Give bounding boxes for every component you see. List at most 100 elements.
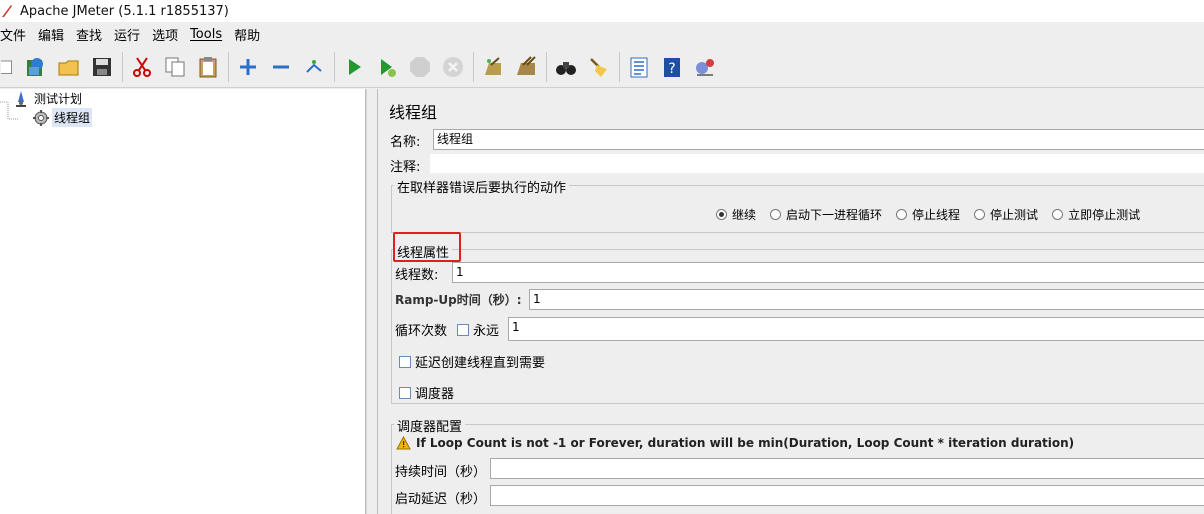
collapse-button[interactable]: [266, 51, 296, 83]
svg-text:?: ?: [668, 61, 675, 77]
clear-all-button[interactable]: [511, 51, 541, 83]
toolbar-separator: [473, 51, 474, 82]
forever-checkbox[interactable]: [457, 323, 470, 336]
menu-run[interactable]: 运行: [108, 25, 146, 44]
test-plan-tree: 测试计划 线程组: [0, 89, 366, 514]
scheduler-label: 调度器: [415, 387, 455, 402]
threads-row: 线程数:: [395, 264, 438, 283]
collapse-icon: [273, 65, 289, 68]
clear-button[interactable]: [478, 51, 508, 83]
start-button[interactable]: [339, 51, 369, 83]
loop-row: 循环次数 永远: [395, 320, 499, 339]
reset-search-button[interactable]: [584, 51, 614, 83]
radio-circle: [1052, 209, 1064, 220]
shutdown-button[interactable]: [438, 51, 468, 83]
radio-circle: [974, 209, 986, 220]
toolbar: ?: [0, 46, 1204, 88]
toggle-button[interactable]: [299, 51, 329, 83]
menu-search[interactable]: 查找: [70, 25, 108, 44]
warning-text: If Loop Count is not -1 or Forever, dura…: [416, 436, 1075, 450]
menu-options[interactable]: 选项: [146, 25, 184, 44]
startup-delay-row: 启动延迟（秒）: [395, 488, 486, 507]
scheduler-config-title: 调度器配置: [394, 416, 466, 435]
radio-stop-test[interactable]: 停止测试: [974, 206, 1038, 223]
jmeter-feather-icon: [2, 5, 12, 17]
split-pane-divider[interactable]: [366, 89, 378, 514]
startup-delay-field[interactable]: [490, 485, 1204, 506]
radio-circle: [770, 209, 782, 220]
delay-thread-creation-label: 延迟创建线程直到需要: [415, 356, 546, 371]
menu-tools[interactable]: Tools: [184, 27, 228, 42]
reset-search-icon: [590, 57, 607, 77]
radio-label: 立即停止测试: [1068, 208, 1141, 222]
warning-icon: [396, 436, 411, 450]
start-no-pause-button[interactable]: [372, 51, 402, 83]
gear-icon: [33, 109, 49, 126]
shutdown-icon: [443, 56, 463, 77]
name-label: 名称:: [390, 135, 421, 150]
window-title: Apache JMeter (5.1.1 r1855137): [20, 3, 229, 19]
radio-start-next-loop[interactable]: 启动下一进程循环: [770, 206, 882, 223]
name-field[interactable]: 线程组: [433, 129, 1204, 150]
remote-icon: [696, 58, 714, 76]
rampup-label: Ramp-Up时间（秒）:: [395, 293, 522, 307]
paste-button[interactable]: [193, 51, 223, 83]
threads-field[interactable]: 1: [452, 262, 1204, 283]
function-helper-button[interactable]: [624, 51, 654, 83]
paste-icon: [199, 56, 217, 77]
clear-all-icon: [517, 55, 536, 75]
search-button[interactable]: [551, 51, 581, 83]
scheduler-row: 调度器: [399, 383, 454, 402]
cut-button[interactable]: [127, 51, 157, 83]
cut-icon: [133, 56, 151, 77]
menu-edit[interactable]: 编辑: [32, 25, 70, 44]
toolbar-separator: [122, 51, 123, 82]
new-button[interactable]: [0, 51, 18, 83]
radio-stop-thread[interactable]: 停止线程: [896, 206, 960, 223]
error-action-options: 继续 启动下一进程循环 停止线程 停止测试 立即停止测试: [716, 206, 1154, 223]
rampup-field[interactable]: 1: [529, 289, 1204, 310]
menu-file[interactable]: 文件: [0, 25, 32, 44]
delay-thread-creation-checkbox[interactable]: [399, 355, 411, 368]
toggle-icon: [306, 59, 322, 73]
duration-field[interactable]: [490, 458, 1204, 479]
stop-button[interactable]: [405, 51, 435, 83]
open-button[interactable]: [54, 51, 84, 83]
comment-field[interactable]: [430, 154, 1204, 173]
duration-row: 持续时间（秒）: [395, 461, 486, 480]
radio-circle: [716, 209, 727, 220]
scheduler-checkbox[interactable]: [399, 386, 411, 399]
clear-icon: [485, 56, 501, 75]
stop-icon: [410, 56, 430, 77]
copy-button[interactable]: [160, 51, 190, 83]
radio-label: 启动下一进程循环: [786, 208, 883, 222]
tree-item-label: 线程组: [52, 108, 93, 127]
radio-continue[interactable]: 继续: [716, 206, 756, 223]
expand-icon: [240, 58, 256, 75]
forever-label: 永远: [473, 324, 500, 339]
toolbar-separator: [619, 51, 620, 82]
duration-label: 持续时间（秒）: [395, 465, 487, 480]
comment-row: 注释:: [390, 156, 420, 175]
save-button[interactable]: [87, 51, 117, 83]
error-action-title: 在取样器错误后要执行的动作: [394, 177, 570, 196]
radio-label: 停止线程: [912, 208, 961, 222]
radio-label: 继续: [732, 208, 757, 222]
toolbar-separator: [334, 51, 335, 82]
radio-stop-test-now[interactable]: 立即停止测试: [1052, 206, 1140, 223]
templates-button[interactable]: [21, 51, 51, 83]
tree-item-test-plan[interactable]: 测试计划: [12, 89, 84, 108]
thread-properties-highlight: [393, 232, 461, 262]
loop-count-field[interactable]: 1: [508, 317, 1204, 341]
expand-button[interactable]: [233, 51, 263, 83]
tree-item-label: 测试计划: [34, 92, 83, 106]
remote-button[interactable]: [690, 51, 720, 83]
thread-group-panel: 线程组 名称: 线程组 注释: 在取样器错误后要执行的动作 继续 启动下一进程循…: [378, 89, 1204, 514]
tree-item-thread-group[interactable]: 线程组: [32, 108, 93, 127]
help-button[interactable]: ?: [657, 51, 687, 83]
save-icon: [93, 57, 111, 76]
panel-title: 线程组: [389, 103, 438, 122]
open-icon: [58, 60, 79, 75]
search-icon: [556, 61, 576, 75]
menu-help[interactable]: 帮助: [228, 25, 266, 44]
